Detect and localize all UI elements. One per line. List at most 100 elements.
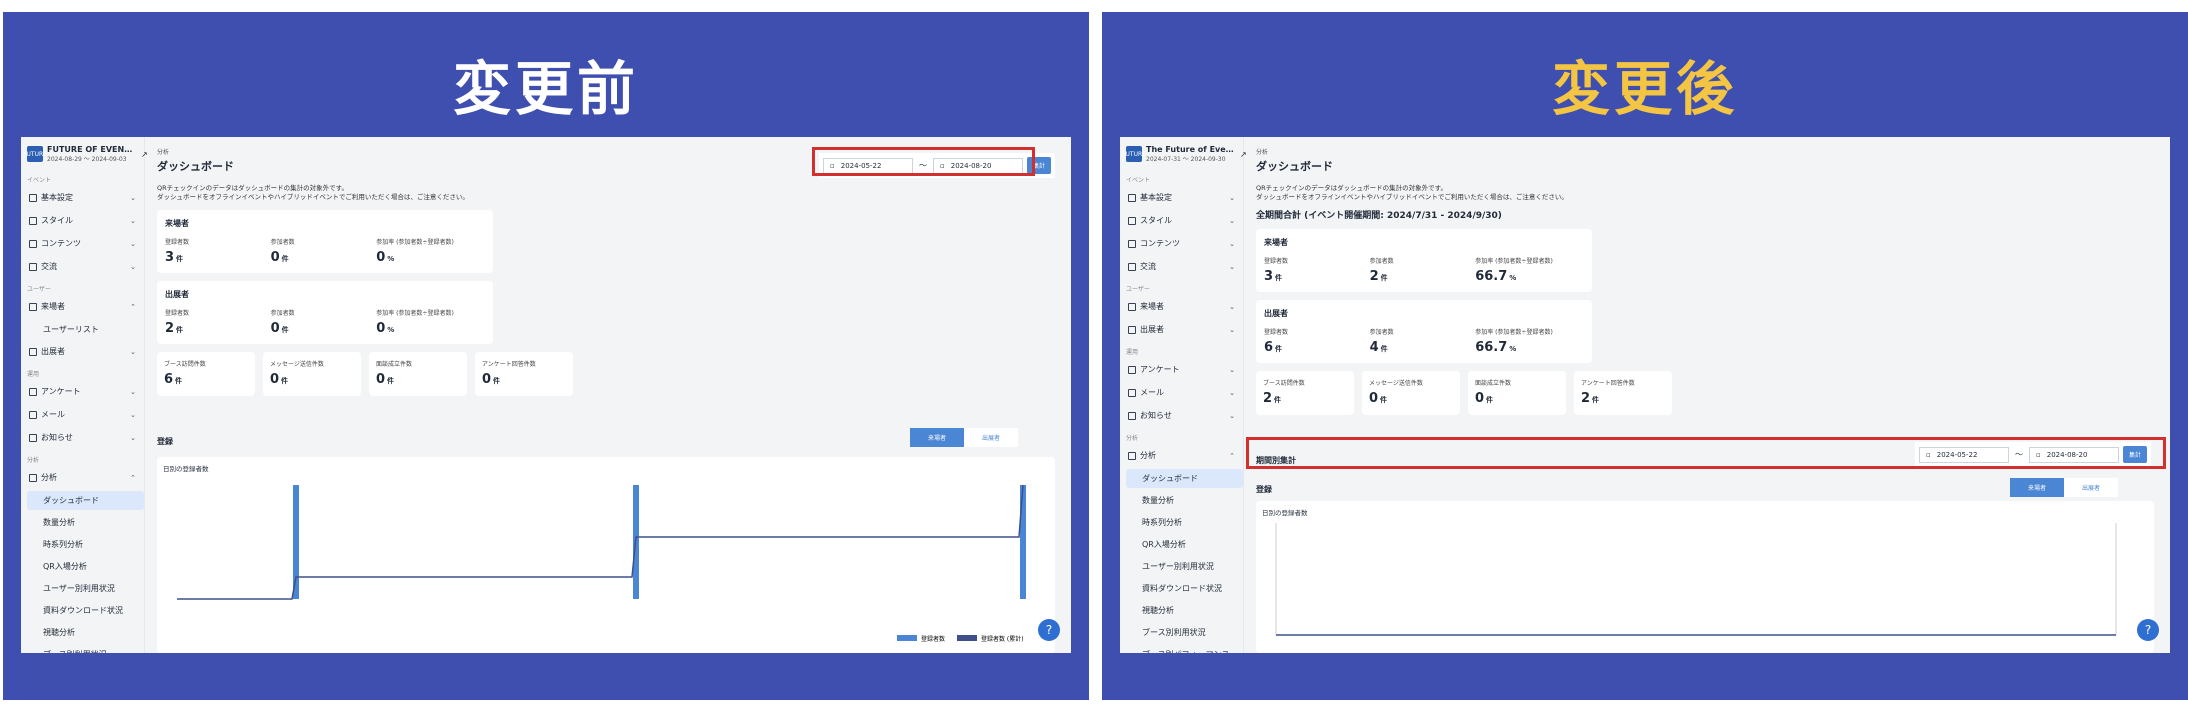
stat-label: 参加率 (参加者数÷登録者数) xyxy=(376,239,454,247)
sidebar-item-usage[interactable]: ユーザー別利用状況 xyxy=(1126,557,1237,576)
chevron-down-icon: ⌄ xyxy=(1229,262,1235,271)
sidebar-item-survey[interactable]: アンケート ⌄ xyxy=(1126,360,1237,379)
sidebar-item-qr[interactable]: QR入場分析 xyxy=(27,557,138,576)
sidebar-label: アンケート xyxy=(1140,365,1180,374)
sidebar-item-timeseries[interactable]: 時系列分析 xyxy=(1126,513,1237,532)
sidebar-item-mail[interactable]: メール ⌄ xyxy=(1126,383,1237,402)
sidebar: FUTURE FUTURE OF EVEN… 2024-08-29 〜 2024-… xyxy=(21,137,148,653)
sidebar-item-count[interactable]: 数量分析 xyxy=(27,513,138,532)
card-title: 出展者 xyxy=(165,290,189,300)
sidebar-item-survey[interactable]: アンケート ⌄ xyxy=(27,382,138,401)
event-header[interactable]: FUTURE FUTURE OF EVEN… 2024-08-29 〜 2024-… xyxy=(23,145,148,163)
sidebar-item-mail[interactable]: メール ⌄ xyxy=(27,405,138,424)
sidebar-label: スタイル xyxy=(1140,216,1172,225)
sidebar-item-booth[interactable]: ブース別利用状況 xyxy=(1126,623,1237,642)
meetings-card: 面談成立件数 0 件 xyxy=(369,352,467,397)
chevron-down-icon: ⌄ xyxy=(130,262,136,271)
chart-icon xyxy=(29,473,37,482)
sidebar-item-download[interactable]: 資料ダウンロード状況 xyxy=(27,601,138,620)
sidebar-item-exchange[interactable]: 交流 ⌄ xyxy=(1126,257,1237,276)
sidebar-item-dashboard[interactable]: ダッシュボード xyxy=(1126,469,1243,488)
sidebar-item-visitor[interactable]: 来場者 ⌃ xyxy=(27,297,138,316)
sidebar-item-notice[interactable]: お知らせ ⌄ xyxy=(1126,406,1237,425)
stat-unit: 件 xyxy=(176,326,184,335)
exchange-icon xyxy=(29,262,37,271)
stat-value: 66.7 xyxy=(1475,340,1508,356)
sidebar-label: 出展者 xyxy=(1140,325,1164,334)
sidebar-item-exhibitor[interactable]: 出展者 ⌄ xyxy=(1126,320,1237,339)
sidebar-item-exchange[interactable]: 交流 ⌄ xyxy=(27,257,138,276)
sidebar-item-performance[interactable]: ブース別パフォーマンス xyxy=(1126,645,1237,653)
section-user: ユーザー xyxy=(27,286,51,293)
stat-label: 参加者数 xyxy=(270,239,295,247)
stat-value: 0 xyxy=(376,321,386,337)
stat-label: 参加率 (参加者数÷登録者数) xyxy=(1475,258,1553,266)
legend-label: 登録者数 xyxy=(921,635,945,643)
sidebar-item-visitor[interactable]: 来場者 ⌄ xyxy=(1126,297,1237,316)
flag-icon xyxy=(29,193,37,202)
help-button[interactable]: ? xyxy=(2137,619,2159,641)
style-icon xyxy=(29,216,37,225)
sidebar-item-basic[interactable]: 基本設定 ⌄ xyxy=(27,188,138,207)
section-user: ユーザー xyxy=(1126,286,1150,293)
sidebar-item-analysis[interactable]: 分析 ⌃ xyxy=(27,468,138,487)
messages-card: メッセージ送信件数 0 件 xyxy=(1362,371,1460,416)
chevron-down-icon: ⌄ xyxy=(1229,302,1235,311)
chevron-up-icon: ⌃ xyxy=(1229,451,1235,460)
sidebar-item-booth[interactable]: ブース別利用状況 xyxy=(27,645,138,653)
sidebar-item-userlist[interactable]: ユーザーリスト xyxy=(27,320,138,339)
help-button[interactable]: ? xyxy=(1038,619,1060,641)
stat-unit: 件 xyxy=(175,377,183,386)
registration-section-title: 登録 xyxy=(157,437,173,446)
sidebar-item-timeseries[interactable]: 時系列分析 xyxy=(27,535,138,554)
stat-unit: 件 xyxy=(1486,396,1494,405)
chevron-down-icon: ⌄ xyxy=(130,193,136,202)
tab-exhibitor[interactable]: 出展者 xyxy=(2064,478,2119,497)
bar xyxy=(1020,485,1026,599)
sidebar-label: 来場者 xyxy=(41,302,65,311)
sidebar-item-style[interactable]: スタイル ⌄ xyxy=(27,211,138,230)
sidebar-item-download[interactable]: 資料ダウンロード状況 xyxy=(1126,579,1237,598)
stat-value: 2 xyxy=(1369,269,1379,285)
tab-visitor[interactable]: 来場者 xyxy=(910,428,965,447)
stat-value: 4 xyxy=(1369,340,1379,356)
sidebar-item-analysis[interactable]: 分析 ⌃ xyxy=(1126,446,1237,465)
survey-card: アンケート回答件数 2 件 xyxy=(1574,371,1672,416)
chevron-down-icon: ⌄ xyxy=(1229,239,1235,248)
note-line-2: ダッシュボードをオフラインイベントやハイブリッドイベントでご利用いただく場合は、… xyxy=(1256,193,1568,202)
sidebar-item-notice[interactable]: お知らせ ⌄ xyxy=(27,428,138,447)
sidebar-item-count[interactable]: 数量分析 xyxy=(1126,491,1237,510)
sidebar-item-watch[interactable]: 視聴分析 xyxy=(27,623,138,642)
cumulative-line xyxy=(177,484,1024,600)
stat-unit: 件 xyxy=(387,377,395,386)
survey-icon xyxy=(1128,365,1136,374)
event-name: FUTURE OF EVEN… xyxy=(47,145,133,154)
meetings-card: 面談成立件数 0 件 xyxy=(1468,371,1566,416)
chevron-down-icon: ⌄ xyxy=(130,433,136,442)
sidebar-item-watch[interactable]: 視聴分析 xyxy=(1126,601,1237,620)
stat-value: 3 xyxy=(1264,269,1274,285)
sidebar-label: アンケート xyxy=(41,387,81,396)
sidebar-label: コンテンツ xyxy=(1140,239,1180,248)
sidebar-item-basic[interactable]: 基本設定 ⌄ xyxy=(1126,188,1237,207)
stat-label: ブース訪問件数 xyxy=(1263,380,1305,388)
sidebar-label: コンテンツ xyxy=(41,239,81,248)
chevron-down-icon: ⌄ xyxy=(130,216,136,225)
sidebar-label: メール xyxy=(1140,388,1164,397)
sidebar-item-content[interactable]: コンテンツ ⌄ xyxy=(1126,234,1237,253)
sidebar-item-exhibitor[interactable]: 出展者 ⌄ xyxy=(27,342,138,361)
tab-visitor[interactable]: 来場者 xyxy=(2010,478,2065,497)
stat-label: 参加率 (参加者数÷登録者数) xyxy=(376,310,454,318)
event-header[interactable]: FUTURE The Future of Eve… 2024-07-31 〜 20… xyxy=(1122,145,1247,163)
event-dates: 2024-07-31 〜 2024-09-30 xyxy=(1146,156,1226,163)
sidebar-item-content[interactable]: コンテンツ ⌄ xyxy=(27,234,138,253)
mail-icon xyxy=(1128,388,1136,397)
mail-icon xyxy=(29,410,37,419)
sidebar-item-usage[interactable]: ユーザー別利用状況 xyxy=(27,579,138,598)
sidebar-item-dashboard[interactable]: ダッシュボード xyxy=(27,491,144,510)
stat-value: 0 xyxy=(1475,391,1485,407)
tab-exhibitor[interactable]: 出展者 xyxy=(964,428,1019,447)
sidebar-label: 来場者 xyxy=(1140,302,1164,311)
sidebar-item-style[interactable]: スタイル ⌄ xyxy=(1126,211,1237,230)
sidebar-item-qr[interactable]: QR入場分析 xyxy=(1126,535,1237,554)
